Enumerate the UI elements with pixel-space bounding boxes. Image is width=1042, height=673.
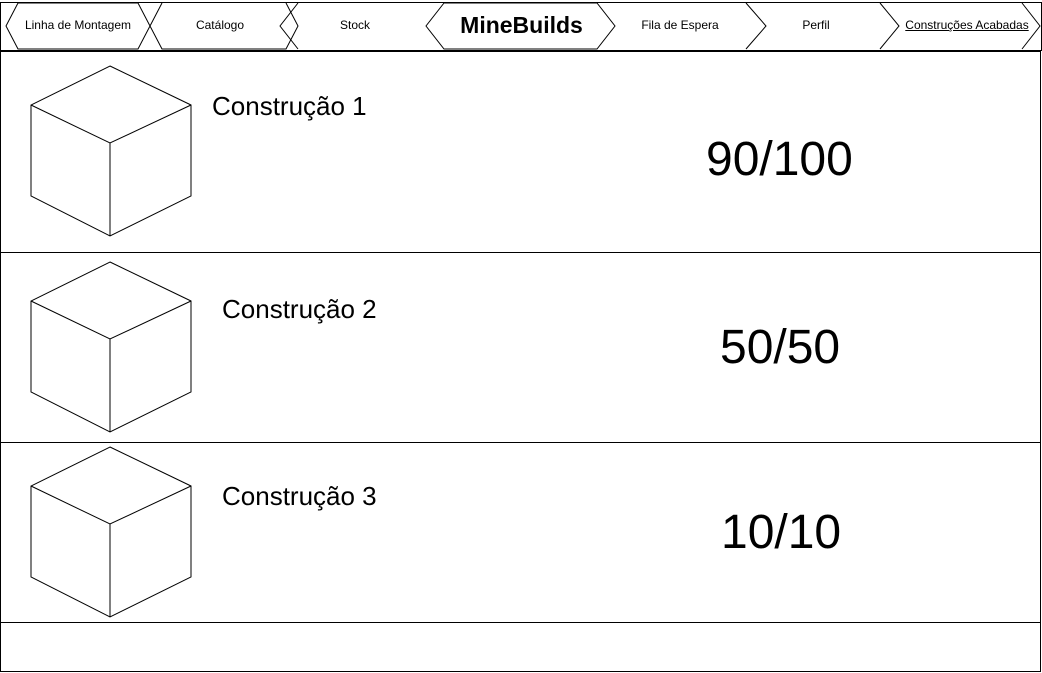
build-name: Construção 1 [212, 91, 367, 121]
list-item[interactable]: Construção 1 90/100 [0, 52, 1042, 252]
build-progress: 50/50 [720, 321, 841, 374]
build-progress: 10/10 [721, 506, 842, 559]
cube-icon [30, 446, 192, 618]
brand-title: MineBuilds [460, 11, 583, 38]
tab-shape-3 [279, 2, 299, 50]
cube-icon [30, 65, 192, 237]
tab-shape-6 [879, 2, 900, 50]
list-item[interactable]: Construção 3 10/10 [0, 443, 1042, 622]
tab-shape-5 [745, 2, 767, 50]
tab-perfil[interactable]: Perfil [766, 2, 866, 48]
build-progress: 90/100 [706, 133, 853, 186]
tab-construcoes-acabadas[interactable]: Construções Acabadas [898, 2, 1036, 48]
tab-fila-de-espera[interactable]: Fila de Espera [615, 2, 745, 48]
tab-catalogo[interactable]: Catálogo [160, 2, 280, 48]
tab-stock[interactable]: Stock [300, 2, 410, 48]
cube-icon [30, 261, 192, 433]
list-item[interactable]: Construção 2 50/50 [0, 253, 1042, 442]
build-name: Construção 3 [222, 481, 377, 511]
tab-linha-de-montagem[interactable]: Linha de Montagem [14, 2, 142, 48]
build-name: Construção 2 [222, 294, 377, 324]
